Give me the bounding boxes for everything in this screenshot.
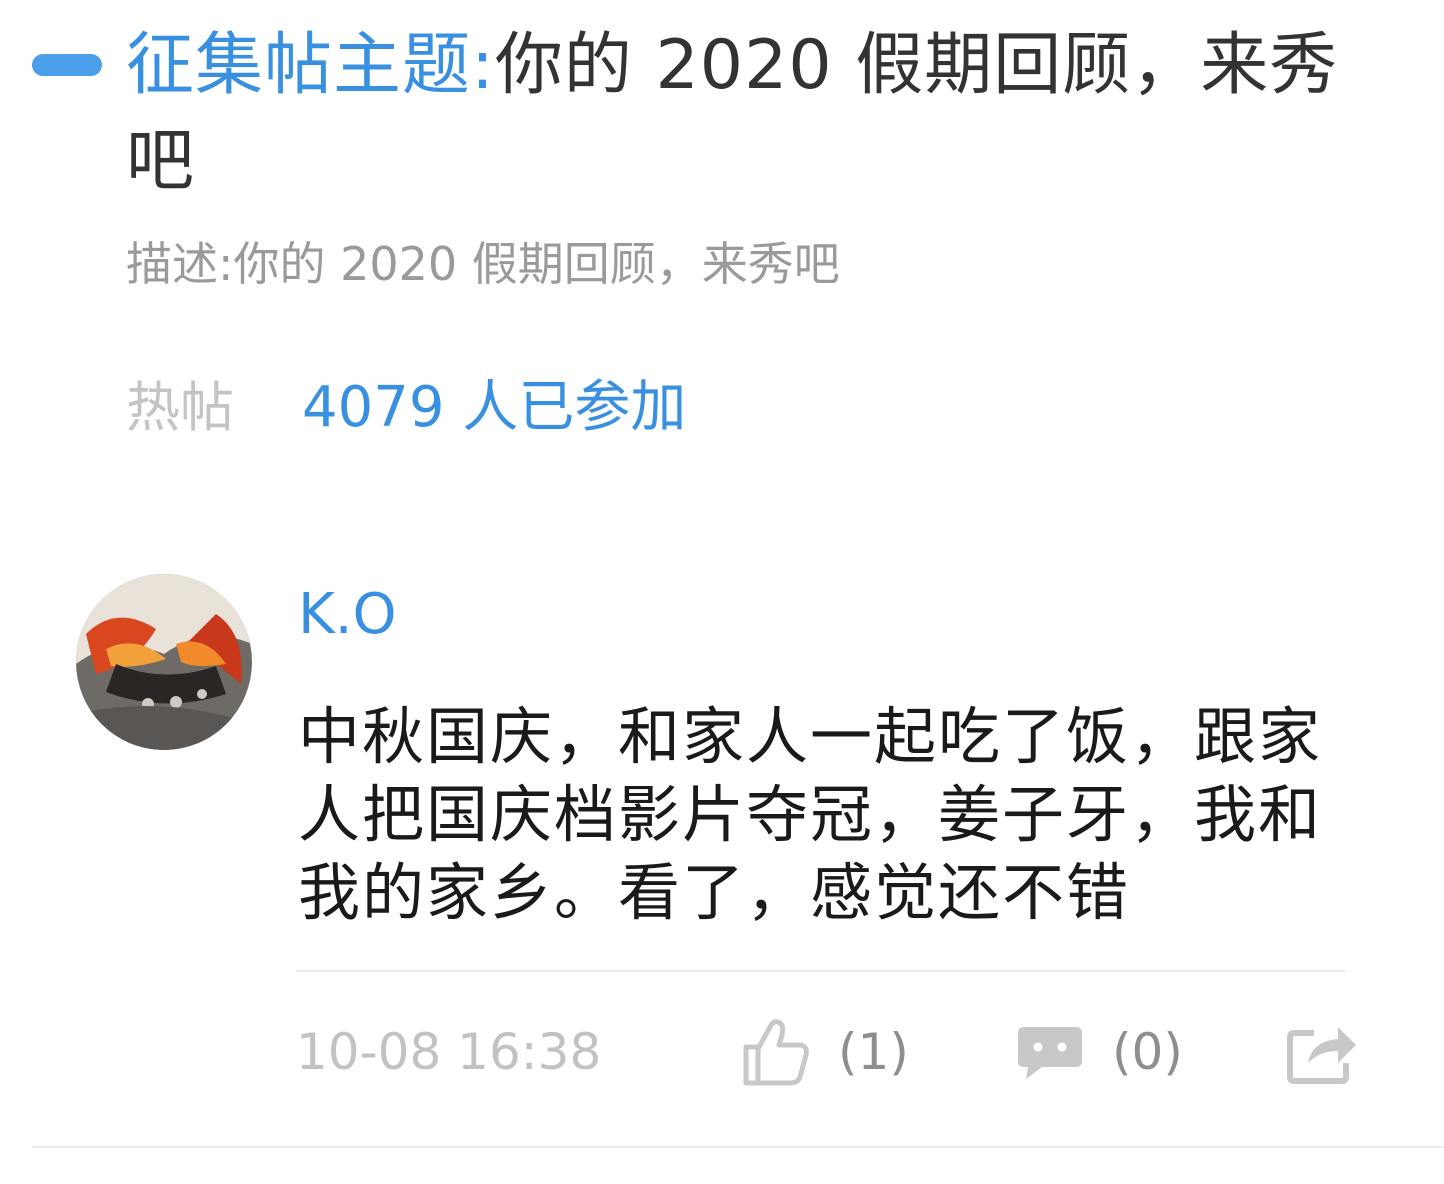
avatar-image xyxy=(76,574,252,750)
post-username[interactable]: K.O xyxy=(298,580,397,650)
topic-marker-bar xyxy=(32,54,102,76)
comment-count: (0) xyxy=(1112,1023,1183,1081)
thumbs-up-icon xyxy=(743,1019,809,1086)
post-timestamp: 10-08 16:38 xyxy=(296,1023,602,1081)
share-button[interactable] xyxy=(1286,1014,1358,1090)
like-count: (1) xyxy=(838,1023,909,1081)
comment-bubble-icon xyxy=(1018,1027,1082,1079)
topic-prefix: 征集帖主题: xyxy=(126,26,495,105)
hot-row: 热帖 4079 人已参加 xyxy=(126,362,686,442)
post-divider xyxy=(296,970,1346,972)
post-content: 中秋国庆，和家人一起吃了饭，跟家人把国庆档影片夺冠，姜子牙，我和我的家乡。看了，… xyxy=(298,700,1323,929)
like-button[interactable]: (1) xyxy=(742,1014,909,1090)
topic-description: 描述:你的 2020 假期回顾，来秀吧 xyxy=(126,237,840,291)
comment-button[interactable]: (0) xyxy=(1016,1014,1183,1090)
post-bottom-divider xyxy=(32,1146,1444,1148)
topic-title: 征集帖主题:你的 2020 假期回顾，来秀吧 xyxy=(126,18,1376,210)
share-icon xyxy=(1287,1027,1356,1084)
avatar[interactable] xyxy=(76,574,252,750)
hot-label: 热帖 xyxy=(126,375,234,439)
participants-count[interactable]: 4079 人已参加 xyxy=(302,362,686,443)
